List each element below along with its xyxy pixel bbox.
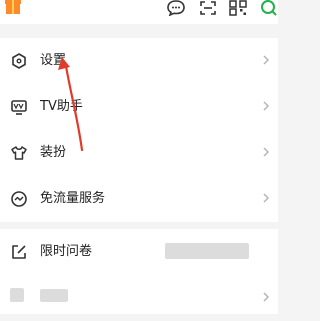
menu-item-settings[interactable]: 设置 [0,38,278,84]
gift-icon[interactable] [4,0,22,14]
blurred-icon [10,288,24,302]
menu-item-label: 设置 [40,53,67,68]
chevron-right-icon [263,147,270,157]
chevron-right-icon [263,193,270,203]
top-bar [0,0,278,24]
survey-card: 限时问卷 [0,229,278,314]
settings-hex-icon [12,53,26,69]
settings-card: 设置 TV助手 装扮 免流量服务 [0,38,278,222]
chevron-right-icon [263,292,270,302]
qr-code-icon[interactable] [228,0,248,16]
tv-icon [11,100,27,115]
menu-item-blurred[interactable] [0,275,278,321]
edit-icon [12,245,26,259]
tshirt-icon [11,146,27,160]
menu-item-label: TV助手 [40,99,83,114]
survey-label: 限时问卷 [40,244,93,259]
blurred-text [165,243,249,259]
menu-item-dress-up[interactable]: 装扮 [0,130,278,176]
menu-item-label: 装扮 [40,145,67,160]
menu-item-survey[interactable]: 限时问卷 [0,229,278,275]
data-flow-icon [11,191,27,207]
message-icon[interactable] [166,0,186,16]
menu-item-free-data[interactable]: 免流量服务 [0,176,278,222]
scan-icon[interactable] [198,0,218,16]
chevron-right-icon [263,101,270,111]
chevron-right-icon [263,55,270,65]
search-icon[interactable] [260,0,280,16]
blurred-label [40,289,68,302]
menu-item-tv-assistant[interactable]: TV助手 [0,84,278,130]
menu-item-label: 免流量服务 [40,191,106,206]
